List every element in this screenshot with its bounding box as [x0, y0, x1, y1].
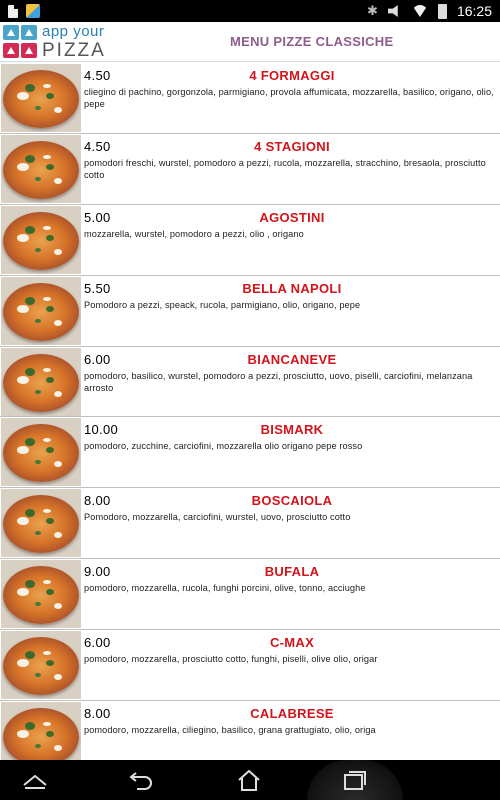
- logo-text-top: app your: [42, 23, 105, 40]
- navigation-bar: [0, 760, 500, 800]
- pizza-description: cliegino di pachino, gorgonzola, parmigi…: [84, 87, 494, 109]
- app-header: app your PIZZA MENU PIZZE CLASSICHE: [0, 22, 500, 62]
- pizza-name: BOSCAIOLA: [251, 493, 333, 509]
- pizza-row[interactable]: 5.00 AGOSTINI mozzarella, wurstel, pomodor…: [0, 205, 500, 276]
- pizza-name: AGOSTINI: [259, 209, 325, 225]
- pizza-description: pomodoro, mozzarella, ciliegino, basilic…: [84, 725, 376, 736]
- up-icon[interactable]: [5, 760, 65, 800]
- pizza-thumbnail: [1, 489, 81, 558]
- pizza-row[interactable]: 4.50 4 FORMAGGI cliegino di pachino, gorgo…: [0, 63, 500, 134]
- pizza-description: pomodori freschi, wurstel, pomodoro a pe…: [84, 157, 486, 180]
- status-bar: ✱ 16:25: [0, 0, 500, 22]
- pizza-row[interactable]: 8.00 BOSCAIOLA Pomodoro, mozzarella, carci…: [0, 488, 500, 560]
- wifi-icon: [411, 5, 428, 17]
- pizza-thumbnail: [1, 205, 81, 274]
- pizza-name: 4 FORMAGGI: [249, 68, 335, 83]
- cleaner-icon: [26, 4, 40, 18]
- recent-apps-icon[interactable]: [307, 760, 403, 800]
- pizza-name: BELLA NAPOLI: [242, 280, 342, 296]
- pizza-row[interactable]: 6.00 BIANCANEVE pomodoro, basilico, wurste…: [0, 347, 500, 418]
- pizza-row[interactable]: 9.00 BUFALA pomodoro, mozzarella, rucola, …: [0, 559, 500, 631]
- pizza-name: CALABRESE: [250, 706, 334, 722]
- app-logo[interactable]: app your PIZZA: [2, 23, 117, 61]
- pizza-thumbnail: [1, 64, 81, 132]
- pizza-description: Pomodoro a pezzi, speack, rucola, parmig…: [84, 299, 361, 310]
- pizza-name: C-MAX: [269, 635, 315, 651]
- battery-icon: [437, 3, 447, 19]
- pizza-name: BUFALA: [264, 564, 320, 580]
- pizza-name: BIANCANEVE: [247, 351, 337, 367]
- pizza-row[interactable]: 6.00 C-MAX pomodoro, mozzarella, prosciutt…: [0, 630, 500, 702]
- home-icon[interactable]: [219, 760, 279, 800]
- pizza-row[interactable]: 4.50 4 STAGIONI pomodori freschi, wurstel,…: [0, 134, 500, 205]
- logo-text-bottom: PIZZA: [42, 40, 106, 61]
- back-icon[interactable]: [112, 760, 172, 800]
- pizza-name: BISMARK: [260, 422, 324, 438]
- pizza-name: 4 STAGIONI: [254, 138, 330, 154]
- pizza-thumbnail: [1, 560, 81, 629]
- clock: 16:25: [456, 3, 492, 19]
- pizza-row[interactable]: 10.00 BISMARK pomodoro, zucchine, carciofi…: [0, 417, 500, 489]
- pizza-slice-icon: [2, 24, 38, 60]
- pizza-description: pomodoro, basilico, wurstel, pomodoro a …: [84, 370, 473, 393]
- pizza-thumbnail: [1, 276, 81, 345]
- mute-icon: [387, 5, 398, 17]
- pizza-description: pomodoro, mozzarella, prosciutto cotto, …: [84, 654, 378, 665]
- document-icon: [8, 4, 18, 18]
- pizza-description: Pomodoro, mozzarella, carciofini, wurste…: [84, 512, 351, 523]
- pizza-row[interactable]: 5.50 BELLA NAPOLI Pomodoro a pezzi, speack…: [0, 276, 500, 347]
- pizza-thumbnail: [1, 418, 81, 487]
- bluetooth-icon: ✱: [367, 3, 378, 18]
- pizza-description: pomodoro, zucchine, carciofini, mozzarel…: [84, 441, 363, 452]
- page-title: MENU PIZZE CLASSICHE: [230, 34, 394, 49]
- pizza-description: pomodoro, mozzarella, rucola, funghi por…: [84, 583, 366, 594]
- pizza-thumbnail: [1, 631, 81, 700]
- pizza-description: mozzarella, wurstel, pomodoro a pezzi, o…: [84, 228, 304, 239]
- pizza-thumbnail: [1, 702, 81, 760]
- pizza-row[interactable]: 8.00 CALABRESE pomodoro, mozzarella, cilie…: [0, 701, 500, 760]
- pizza-list[interactable]: 4.50 4 FORMAGGI cliegino di pachino, gorgo…: [0, 63, 500, 760]
- pizza-thumbnail: [1, 134, 81, 203]
- pizza-thumbnail: [1, 347, 81, 416]
